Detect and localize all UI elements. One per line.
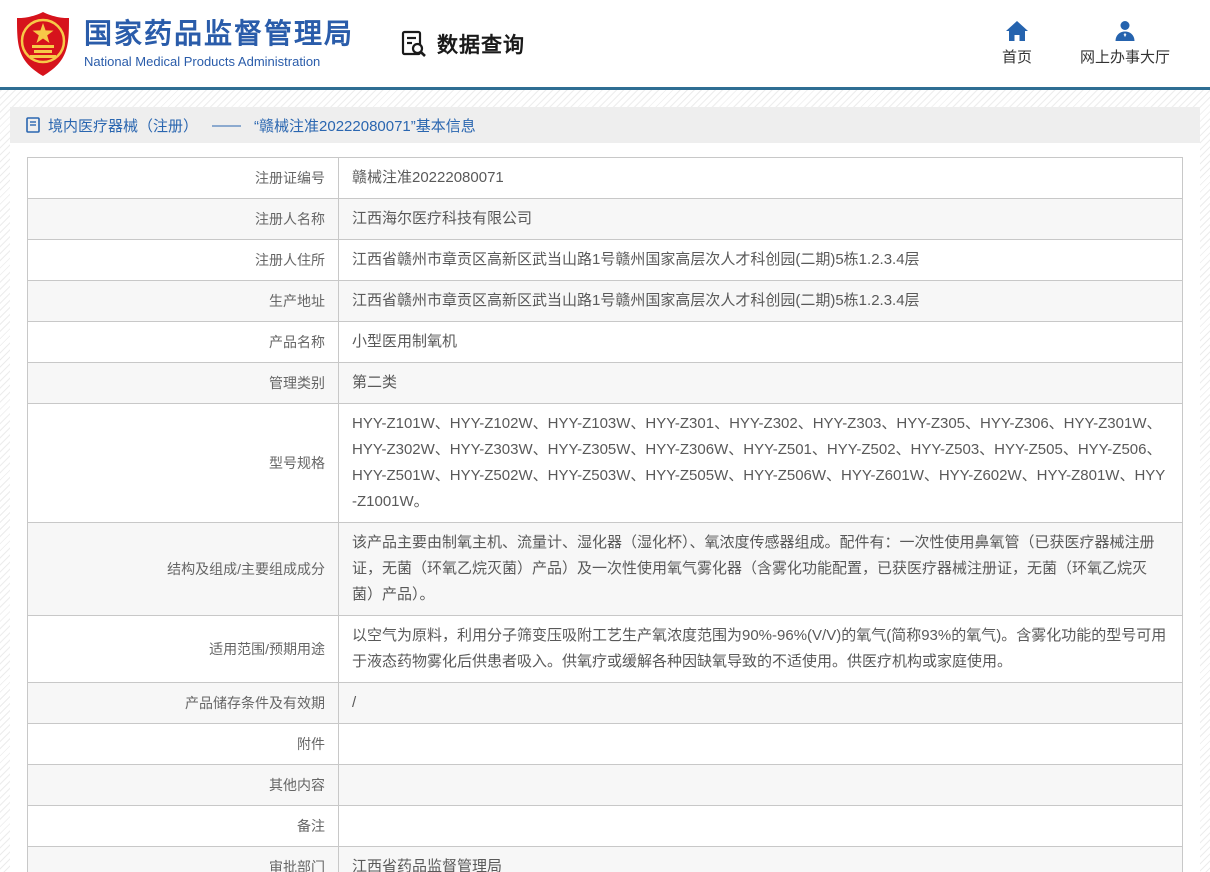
row-value: 江西省赣州市章贡区高新区武当山路1号赣州国家高层次人才科创园(二期)5栋1.2.…	[339, 281, 1182, 321]
nav-service-hall[interactable]: 网上办事大厅	[1080, 20, 1170, 67]
table-row: 结构及组成/主要组成成分该产品主要由制氧主机、流量计、湿化器（湿化杯）、氧浓度传…	[28, 523, 1182, 616]
row-label: 适用范围/预期用途	[28, 616, 339, 682]
row-label: 注册人住所	[28, 240, 339, 280]
user-icon	[1113, 20, 1137, 42]
row-label: 备注	[28, 806, 339, 846]
breadcrumb-category[interactable]: 境内医疗器械（注册）	[48, 115, 198, 136]
row-label: 结构及组成/主要组成成分	[28, 523, 339, 615]
row-value	[339, 765, 1182, 805]
home-icon	[1005, 20, 1029, 42]
breadcrumb-dash: ——	[212, 117, 240, 134]
table-row: 注册证编号赣械注准20222080071	[28, 158, 1182, 199]
row-label: 其他内容	[28, 765, 339, 805]
row-label: 管理类别	[28, 363, 339, 403]
row-value: 以空气为原料，利用分子筛变压吸附工艺生产氧浓度范围为90%-96%(V/V)的氧…	[339, 616, 1182, 682]
nav-service-hall-label: 网上办事大厅	[1080, 46, 1170, 67]
site-header: 国家药品监督管理局 National Medical Products Admi…	[0, 0, 1210, 90]
row-label: 产品名称	[28, 322, 339, 362]
row-value: 第二类	[339, 363, 1182, 403]
row-value: 江西省赣州市章贡区高新区武当山路1号赣州国家高层次人才科创园(二期)5栋1.2.…	[339, 240, 1182, 280]
row-label: 产品储存条件及有效期	[28, 683, 339, 723]
header-nav: 首页 网上办事大厅	[1002, 20, 1170, 67]
row-value: 江西省药品监督管理局	[339, 847, 1182, 872]
table-row: 备注	[28, 806, 1182, 847]
row-label: 生产地址	[28, 281, 339, 321]
row-value	[339, 806, 1182, 846]
table-row: 注册人名称江西海尔医疗科技有限公司	[28, 199, 1182, 240]
table-row: 生产地址江西省赣州市章贡区高新区武当山路1号赣州国家高层次人才科创园(二期)5栋…	[28, 281, 1182, 322]
row-value: HYY-Z101W、HYY-Z102W、HYY-Z103W、HYY-Z301、H…	[339, 404, 1182, 522]
data-query-label: 数据查询	[437, 29, 525, 59]
table-row: 产品名称小型医用制氧机	[28, 322, 1182, 363]
table-row: 附件	[28, 724, 1182, 765]
table-row: 型号规格HYY-Z101W、HYY-Z102W、HYY-Z103W、HYY-Z3…	[28, 404, 1182, 523]
page-title: “赣械注准20222080071”基本信息	[254, 115, 476, 136]
row-value: 江西海尔医疗科技有限公司	[339, 199, 1182, 239]
breadcrumb: 境内医疗器械（注册） —— “赣械注准20222080071”基本信息	[10, 107, 1200, 143]
row-value: 小型医用制氧机	[339, 322, 1182, 362]
table-row: 产品储存条件及有效期/	[28, 683, 1182, 724]
row-value: /	[339, 683, 1182, 723]
row-label: 审批部门	[28, 847, 339, 872]
data-query-entry[interactable]: 数据查询	[399, 29, 525, 59]
row-label: 注册证编号	[28, 158, 339, 198]
table-row: 管理类别第二类	[28, 363, 1182, 404]
row-label: 附件	[28, 724, 339, 764]
registration-info-table: 注册证编号赣械注准20222080071 注册人名称江西海尔医疗科技有限公司 注…	[27, 157, 1183, 872]
row-label: 注册人名称	[28, 199, 339, 239]
table-row: 注册人住所江西省赣州市章贡区高新区武当山路1号赣州国家高层次人才科创园(二期)5…	[28, 240, 1182, 281]
site-logo[interactable]: 国家药品监督管理局 National Medical Products Admi…	[14, 11, 354, 77]
row-value	[339, 724, 1182, 764]
data-query-icon	[399, 29, 429, 59]
row-label: 型号规格	[28, 404, 339, 522]
nav-home-label: 首页	[1002, 46, 1032, 67]
table-row: 审批部门江西省药品监督管理局	[28, 847, 1182, 872]
content-card: 境内医疗器械（注册） —— “赣械注准20222080071”基本信息 注册证编…	[10, 107, 1200, 872]
national-emblem-icon	[14, 11, 72, 77]
site-subtitle: National Medical Products Administration	[84, 54, 354, 69]
table-row: 其他内容	[28, 765, 1182, 806]
nav-home[interactable]: 首页	[1002, 20, 1032, 67]
document-icon	[26, 117, 40, 133]
site-title: 国家药品监督管理局	[84, 18, 354, 50]
row-value: 赣械注准20222080071	[339, 158, 1182, 198]
table-row: 适用范围/预期用途以空气为原料，利用分子筛变压吸附工艺生产氧浓度范围为90%-9…	[28, 616, 1182, 683]
row-value: 该产品主要由制氧主机、流量计、湿化器（湿化杯）、氧浓度传感器组成。配件有：一次性…	[339, 523, 1182, 615]
